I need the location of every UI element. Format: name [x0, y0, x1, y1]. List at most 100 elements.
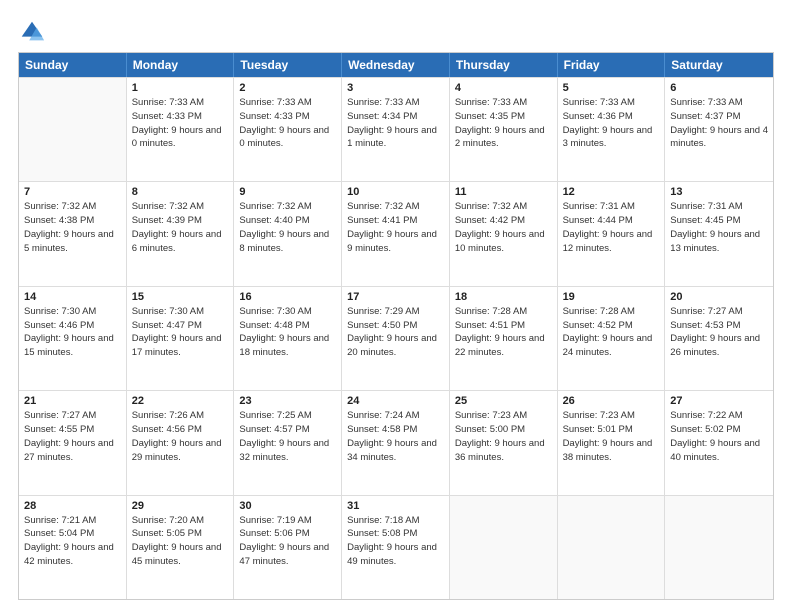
- calendar-header-cell: Friday: [558, 53, 666, 77]
- day-data: Sunrise: 7:30 AMSunset: 4:48 PMDaylight:…: [239, 305, 336, 360]
- calendar-cell: 4 Sunrise: 7:33 AMSunset: 4:35 PMDaylight…: [450, 78, 558, 181]
- day-data: Sunrise: 7:33 AMSunset: 4:35 PMDaylight:…: [455, 96, 552, 151]
- day-data: Sunrise: 7:32 AMSunset: 4:41 PMDaylight:…: [347, 200, 444, 255]
- day-data: Sunrise: 7:32 AMSunset: 4:39 PMDaylight:…: [132, 200, 229, 255]
- day-data: Sunrise: 7:22 AMSunset: 5:02 PMDaylight:…: [670, 409, 768, 464]
- calendar-cell: 9 Sunrise: 7:32 AMSunset: 4:40 PMDaylight…: [234, 182, 342, 285]
- logo-icon: [18, 18, 46, 46]
- day-number: 30: [239, 500, 336, 512]
- day-number: 3: [347, 82, 444, 94]
- page: SundayMondayTuesdayWednesdayThursdayFrid…: [0, 0, 792, 612]
- calendar-cell: 24Sunrise: 7:24 AMSunset: 4:58 PMDayligh…: [342, 391, 450, 494]
- calendar-cell: 31 Sunrise: 7:18 AMSunset: 5:08 PMDayligh…: [342, 496, 450, 599]
- day-data: Sunrise: 7:21 AMSunset: 5:04 PMDaylight:…: [24, 514, 121, 569]
- header: [18, 18, 774, 46]
- day-number: 10: [347, 186, 444, 198]
- day-data: Sunrise: 7:31 AMSunset: 4:45 PMDaylight:…: [670, 200, 768, 255]
- day-data: Sunrise: 7:28 AMSunset: 4:52 PMDaylight:…: [563, 305, 660, 360]
- calendar-cell: 6 Sunrise: 7:33 AMSunset: 4:37 PMDaylight…: [665, 78, 773, 181]
- calendar-cell: 21 Sunrise: 7:27 AMSunset: 4:55 PMDayligh…: [19, 391, 127, 494]
- calendar-cell: 25Sunrise: 7:23 AMSunset: 5:00 PMDayligh…: [450, 391, 558, 494]
- calendar-cell: [558, 496, 666, 599]
- day-number: 22: [132, 395, 229, 407]
- calendar-week: 1 Sunrise: 7:33 AMSunset: 4:33 PMDaylight…: [19, 77, 773, 181]
- day-data: Sunrise: 7:30 AMSunset: 4:46 PMDaylight:…: [24, 305, 121, 360]
- calendar-cell: 16 Sunrise: 7:30 AMSunset: 4:48 PMDayligh…: [234, 287, 342, 390]
- calendar-week: 28Sunrise: 7:21 AMSunset: 5:04 PMDayligh…: [19, 495, 773, 599]
- day-number: 15: [132, 291, 229, 303]
- calendar-cell: 13 Sunrise: 7:31 AMSunset: 4:45 PMDayligh…: [665, 182, 773, 285]
- day-number: 4: [455, 82, 552, 94]
- calendar-cell: [665, 496, 773, 599]
- calendar-body: 1 Sunrise: 7:33 AMSunset: 4:33 PMDaylight…: [19, 77, 773, 599]
- calendar-cell: 14 Sunrise: 7:30 AMSunset: 4:46 PMDayligh…: [19, 287, 127, 390]
- day-number: 31: [347, 500, 444, 512]
- day-number: 11: [455, 186, 552, 198]
- day-data: Sunrise: 7:19 AMSunset: 5:06 PMDaylight:…: [239, 514, 336, 569]
- day-data: Sunrise: 7:33 AMSunset: 4:33 PMDaylight:…: [239, 96, 336, 151]
- day-data: Sunrise: 7:33 AMSunset: 4:36 PMDaylight:…: [563, 96, 660, 151]
- calendar-cell: 22Sunrise: 7:26 AMSunset: 4:56 PMDayligh…: [127, 391, 235, 494]
- day-number: 19: [563, 291, 660, 303]
- day-number: 21: [24, 395, 121, 407]
- calendar-header-cell: Thursday: [450, 53, 558, 77]
- day-data: Sunrise: 7:33 AMSunset: 4:33 PMDaylight:…: [132, 96, 229, 151]
- day-number: 26: [563, 395, 660, 407]
- calendar-cell: 8Sunrise: 7:32 AMSunset: 4:39 PMDaylight…: [127, 182, 235, 285]
- day-number: 24: [347, 395, 444, 407]
- day-data: Sunrise: 7:27 AMSunset: 4:55 PMDaylight:…: [24, 409, 121, 464]
- calendar-week: 21 Sunrise: 7:27 AMSunset: 4:55 PMDayligh…: [19, 390, 773, 494]
- day-data: Sunrise: 7:18 AMSunset: 5:08 PMDaylight:…: [347, 514, 444, 569]
- calendar: SundayMondayTuesdayWednesdayThursdayFrid…: [18, 52, 774, 600]
- calendar-cell: 12Sunrise: 7:31 AMSunset: 4:44 PMDayligh…: [558, 182, 666, 285]
- day-data: Sunrise: 7:23 AMSunset: 5:01 PMDaylight:…: [563, 409, 660, 464]
- calendar-cell: 10 Sunrise: 7:32 AMSunset: 4:41 PMDayligh…: [342, 182, 450, 285]
- day-data: Sunrise: 7:30 AMSunset: 4:47 PMDaylight:…: [132, 305, 229, 360]
- calendar-cell: [450, 496, 558, 599]
- calendar-header-cell: Wednesday: [342, 53, 450, 77]
- calendar-header-cell: Saturday: [665, 53, 773, 77]
- day-data: Sunrise: 7:32 AMSunset: 4:38 PMDaylight:…: [24, 200, 121, 255]
- day-data: Sunrise: 7:20 AMSunset: 5:05 PMDaylight:…: [132, 514, 229, 569]
- calendar-cell: 5 Sunrise: 7:33 AMSunset: 4:36 PMDaylight…: [558, 78, 666, 181]
- calendar-week: 7Sunrise: 7:32 AMSunset: 4:38 PMDaylight…: [19, 181, 773, 285]
- day-number: 13: [670, 186, 768, 198]
- day-data: Sunrise: 7:32 AMSunset: 4:42 PMDaylight:…: [455, 200, 552, 255]
- calendar-cell: 27 Sunrise: 7:22 AMSunset: 5:02 PMDayligh…: [665, 391, 773, 494]
- calendar-cell: 3 Sunrise: 7:33 AMSunset: 4:34 PMDaylight…: [342, 78, 450, 181]
- day-data: Sunrise: 7:33 AMSunset: 4:34 PMDaylight:…: [347, 96, 444, 151]
- calendar-cell: 30 Sunrise: 7:19 AMSunset: 5:06 PMDayligh…: [234, 496, 342, 599]
- day-number: 9: [239, 186, 336, 198]
- day-number: 1: [132, 82, 229, 94]
- day-number: 20: [670, 291, 768, 303]
- day-data: Sunrise: 7:27 AMSunset: 4:53 PMDaylight:…: [670, 305, 768, 360]
- calendar-cell: 28Sunrise: 7:21 AMSunset: 5:04 PMDayligh…: [19, 496, 127, 599]
- day-data: Sunrise: 7:32 AMSunset: 4:40 PMDaylight:…: [239, 200, 336, 255]
- day-number: 6: [670, 82, 768, 94]
- day-number: 14: [24, 291, 121, 303]
- calendar-header-cell: Tuesday: [234, 53, 342, 77]
- calendar-header-cell: Monday: [127, 53, 235, 77]
- day-number: 25: [455, 395, 552, 407]
- day-number: 2: [239, 82, 336, 94]
- day-number: 27: [670, 395, 768, 407]
- day-data: Sunrise: 7:28 AMSunset: 4:51 PMDaylight:…: [455, 305, 552, 360]
- day-number: 12: [563, 186, 660, 198]
- day-number: 16: [239, 291, 336, 303]
- calendar-cell: 2 Sunrise: 7:33 AMSunset: 4:33 PMDaylight…: [234, 78, 342, 181]
- calendar-cell: 7Sunrise: 7:32 AMSunset: 4:38 PMDaylight…: [19, 182, 127, 285]
- day-number: 23: [239, 395, 336, 407]
- day-number: 5: [563, 82, 660, 94]
- calendar-cell: 23Sunrise: 7:25 AMSunset: 4:57 PMDayligh…: [234, 391, 342, 494]
- calendar-week: 14 Sunrise: 7:30 AMSunset: 4:46 PMDayligh…: [19, 286, 773, 390]
- calendar-header-cell: Sunday: [19, 53, 127, 77]
- calendar-cell: 1 Sunrise: 7:33 AMSunset: 4:33 PMDaylight…: [127, 78, 235, 181]
- calendar-cell: 18Sunrise: 7:28 AMSunset: 4:51 PMDayligh…: [450, 287, 558, 390]
- calendar-cell: 17Sunrise: 7:29 AMSunset: 4:50 PMDayligh…: [342, 287, 450, 390]
- calendar-cell: 15 Sunrise: 7:30 AMSunset: 4:47 PMDayligh…: [127, 287, 235, 390]
- day-data: Sunrise: 7:29 AMSunset: 4:50 PMDaylight:…: [347, 305, 444, 360]
- calendar-cell: 19 Sunrise: 7:28 AMSunset: 4:52 PMDayligh…: [558, 287, 666, 390]
- calendar-header-row: SundayMondayTuesdayWednesdayThursdayFrid…: [19, 53, 773, 77]
- calendar-cell: 20 Sunrise: 7:27 AMSunset: 4:53 PMDayligh…: [665, 287, 773, 390]
- day-data: Sunrise: 7:33 AMSunset: 4:37 PMDaylight:…: [670, 96, 768, 151]
